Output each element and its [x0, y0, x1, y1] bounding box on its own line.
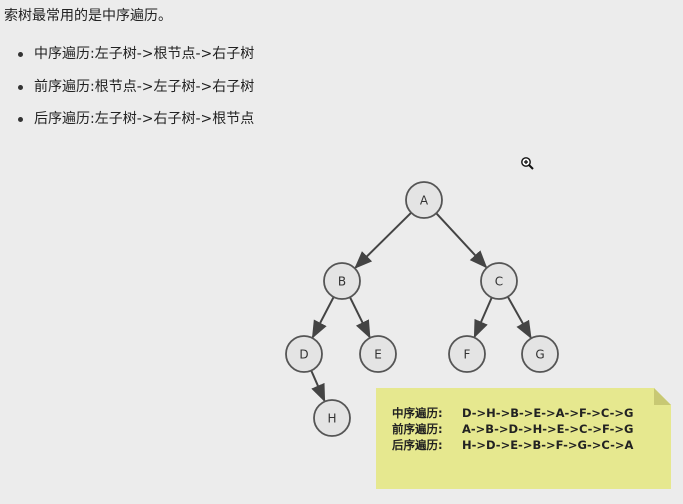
tree-node-G: G — [521, 335, 559, 373]
tree-node-label: B — [338, 275, 346, 289]
tree-node-label: G — [535, 348, 544, 362]
tree-edge-B-D — [311, 296, 335, 339]
note-row-inorder: 中序遍历: D->H->B->E->A->F->C->G — [392, 405, 633, 421]
tree-edge-B-E — [349, 296, 371, 339]
tree-node-label: A — [420, 194, 429, 208]
tree-node-C: C — [480, 262, 518, 300]
traversal-note-text: 中序遍历: D->H->B->E->A->F->C->G 前序遍历: A->B-… — [392, 405, 633, 453]
note-sequence: H->D->E->B->F->G->C->A — [462, 438, 634, 452]
note-label: 后序遍历: — [392, 438, 443, 452]
tree-node-A: A — [405, 181, 443, 219]
tree-node-label: H — [327, 412, 336, 426]
note-label: 中序遍历: — [392, 406, 443, 420]
tree-edge-D-H — [310, 370, 326, 403]
note-sequence: A->B->D->H->E->C->F->G — [462, 422, 634, 436]
note-sequence: D->H->B->E->A->F->C->G — [462, 406, 634, 420]
tree-node-label: C — [495, 275, 503, 289]
note-label: 前序遍历: — [392, 422, 443, 436]
note-row-preorder: 前序遍历: A->B->D->H->E->C->F->G — [392, 421, 633, 437]
tree-node-B: B — [323, 262, 361, 300]
tree-edge-C-F — [473, 297, 493, 339]
tree-edge-A-B — [354, 211, 412, 269]
tree-node-label: F — [464, 348, 471, 362]
tree-edge-C-G — [506, 296, 532, 340]
tree-node-label: E — [374, 348, 382, 362]
tree-node-label: D — [299, 348, 308, 362]
tree-node-D: D — [285, 335, 323, 373]
note-row-postorder: 后序遍历: H->D->E->B->F->G->C->A — [392, 437, 633, 453]
tree-node-F: F — [448, 335, 486, 373]
tree-node-H: H — [313, 399, 351, 437]
tree-edge-A-C — [435, 212, 488, 269]
tree-node-E: E — [359, 335, 397, 373]
